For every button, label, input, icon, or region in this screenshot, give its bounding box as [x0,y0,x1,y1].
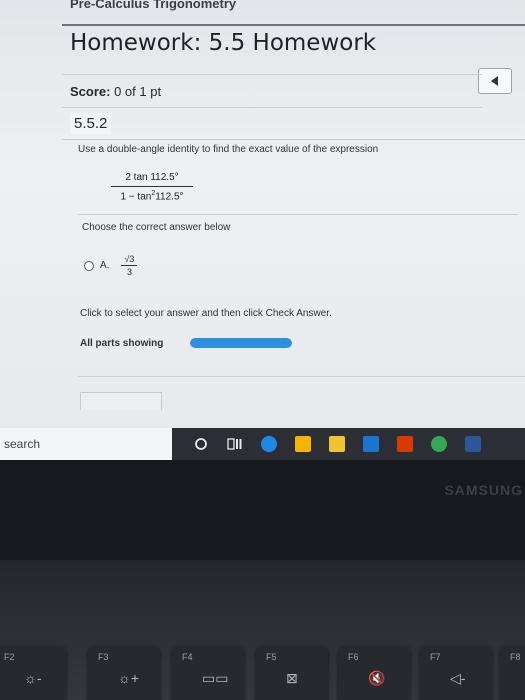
office-icon[interactable] [396,435,414,453]
mail-icon[interactable] [362,435,380,453]
chrome-icon[interactable] [430,435,448,453]
option-letter: A. [100,260,110,271]
option-fraction-bar [121,265,138,266]
parts-progress-bar [190,338,292,348]
chevron-left-icon [491,76,498,86]
denominator-suffix: 112.5° [155,191,184,203]
taskbar-search-input[interactable]: search [0,428,172,460]
answer-option-a[interactable]: A. √3 3 [84,254,138,277]
key-label: F8 [510,652,521,662]
option-denominator: 3 [126,267,132,277]
edge-icon[interactable] [260,435,278,453]
course-title: Pre-Calculus Trigonometry [70,0,237,11]
brand-logo: SAMSUNG [444,482,523,498]
divider [78,214,518,215]
key-label: F2 [4,652,15,662]
progress-fill [190,338,292,348]
f4-key[interactable]: F4 ▭▭ [172,646,244,700]
key-label: F5 [266,652,277,662]
f3-key[interactable]: F3 ☼+ [88,646,160,700]
denominator-prefix: 1 − tan [120,191,152,203]
store-icon[interactable] [294,435,312,453]
option-numerator: √3 [124,254,135,264]
browser-screen: Pre-Calculus Trigonometry Homework: 5.5 … [0,0,525,428]
key-label: F7 [430,652,441,662]
word-icon[interactable] [464,435,482,453]
laptop-keyboard: F2 ☼- F3 ☼+ F4 ▭▭ F5 ⊠ F6 🔇 F7 ◁- F8 [0,560,525,700]
display-switch-icon: ▭▭ [202,670,229,686]
question-content: Use a double-angle identity to find the … [62,140,525,428]
score-row: Score: 0 of 1 pt [62,74,482,108]
question-number-row: 5.5.2 [62,108,525,140]
header-divider [62,24,525,26]
volume-down-icon: ◁- [450,670,466,686]
previous-question-button[interactable] [478,68,512,94]
homework-title: Homework: 5.5 Homework [70,30,377,56]
key-label: F4 [182,652,193,662]
score-label: Score: [70,84,111,99]
brightness-up-icon: ☼+ [118,670,140,686]
instruction-message: Click to select your answer and then cli… [80,308,332,319]
key-label: F6 [348,652,359,662]
check-answer-button[interactable] [80,392,162,410]
question-number: 5.5.2 [70,113,112,134]
file-explorer-icon[interactable] [328,435,346,453]
choose-prompt: Choose the correct answer below [82,222,231,233]
f6-key[interactable]: F6 🔇 [338,646,410,700]
expression-fraction: 2 tan 112.5° 1 − tan2112.5° [102,172,202,202]
touchpad-off-icon: ⊠ [286,670,298,686]
all-parts-label: All parts showing [80,338,164,349]
brightness-down-icon: ☼- [24,670,42,686]
question-instruction: Use a double-angle identity to find the … [78,144,379,155]
f5-key[interactable]: F5 ⊠ [256,646,328,700]
cortana-icon[interactable] [192,435,210,453]
f7-key[interactable]: F7 ◁- [420,646,492,700]
key-label: F3 [98,652,109,662]
laptop-bezel: SAMSUNG [0,460,525,560]
radio-button[interactable] [84,260,94,271]
windows-taskbar: search [0,428,525,460]
f2-key[interactable]: F2 ☼- [0,646,66,700]
expression-denominator: 1 − tan2112.5° [102,187,202,202]
expression-numerator: 2 tan 112.5° [125,172,179,183]
task-view-icon[interactable] [226,435,244,453]
option-fraction: √3 3 [121,254,138,277]
f8-key[interactable]: F8 [500,646,525,700]
score-value: 0 of 1 pt [114,84,162,99]
divider-bottom [78,376,525,377]
mute-icon: 🔇 [368,670,386,686]
